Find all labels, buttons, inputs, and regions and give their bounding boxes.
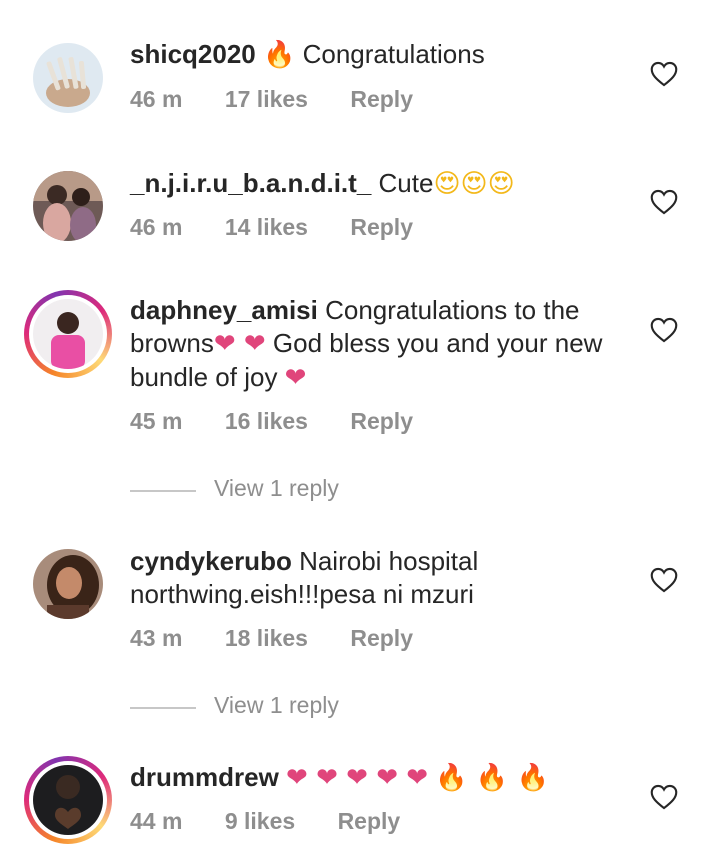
heart-outline-icon[interactable]	[650, 61, 678, 87]
fire-emoji: 🔥 🔥 🔥	[435, 763, 549, 793]
heart-outline-icon[interactable]	[650, 317, 678, 343]
comment-time: 46 m	[130, 86, 183, 112]
comment-time: 43 m	[130, 625, 183, 651]
avatar-image	[33, 765, 103, 835]
comment-text: _n.j.i.r.u_b.a.n.d.i.t_ Cute😍😍😍	[130, 167, 610, 201]
comment-text: shicq2020 🔥 Congratulations	[130, 38, 610, 72]
reply-button[interactable]: Reply	[350, 408, 413, 435]
comment-meta: 46 m 17 likes Reply	[130, 86, 413, 113]
reply-button[interactable]: Reply	[350, 214, 413, 241]
comment-item: drummdrew ❤ ❤ ❤ ❤ ❤ 🔥 🔥 🔥 44 m 9 likes R…	[0, 750, 720, 857]
comment-meta: 43 m 18 likes Reply	[130, 625, 413, 652]
comment-likes[interactable]: 17 likes	[225, 86, 308, 113]
reply-button[interactable]: Reply	[338, 808, 401, 835]
heart-emoji: ❤	[284, 363, 307, 393]
comment-username[interactable]: shicq2020	[130, 39, 256, 69]
heart-outline-icon[interactable]	[650, 567, 678, 593]
comment-likes[interactable]: 9 likes	[225, 808, 295, 835]
reply-button[interactable]: Reply	[350, 86, 413, 113]
comment-likes[interactable]: 14 likes	[225, 214, 308, 241]
avatar-image	[33, 549, 103, 619]
comment-meta: 46 m 14 likes Reply	[130, 214, 413, 241]
comment-meta: 45 m 16 likes Reply	[130, 408, 413, 435]
comment-item: cyndykerubo Nairobi hospital northwing.e…	[0, 540, 720, 730]
comment-item: daphney_amisi Congratulations to the bro…	[0, 280, 720, 520]
avatar	[33, 765, 103, 835]
comment-username[interactable]: cyndykerubo	[130, 546, 292, 576]
heart-eyes-emoji: 😍😍😍	[433, 169, 515, 199]
comment-time: 46 m	[130, 214, 183, 240]
comment-body: Cute	[378, 168, 434, 198]
comment-text: drummdrew ❤ ❤ ❤ ❤ ❤ 🔥 🔥 🔥	[130, 761, 610, 795]
comment-username[interactable]: drummdrew	[130, 762, 279, 792]
heart-outline-icon[interactable]	[650, 189, 678, 215]
view-replies-label: View 1 reply	[214, 475, 339, 501]
avatar	[33, 299, 103, 369]
comment-time: 44 m	[130, 808, 183, 834]
heart-emoji: ❤ ❤ ❤ ❤ ❤	[286, 763, 429, 793]
avatar[interactable]	[33, 171, 103, 241]
heart-emoji: ❤ ❤	[213, 329, 266, 359]
reply-button[interactable]: Reply	[350, 625, 413, 652]
view-replies-line	[130, 490, 196, 492]
fire-emoji: 🔥	[262, 40, 296, 70]
heart-outline-icon[interactable]	[650, 784, 678, 810]
comment-item: _n.j.i.r.u_b.a.n.d.i.t_ Cute😍😍😍 46 m 14 …	[0, 140, 720, 270]
comment-likes[interactable]: 18 likes	[225, 625, 308, 652]
comment-username[interactable]: _n.j.i.r.u_b.a.n.d.i.t_	[130, 168, 371, 198]
comment-likes[interactable]: 16 likes	[225, 408, 308, 435]
avatar-image	[33, 43, 103, 113]
view-replies-line	[130, 707, 196, 709]
view-replies-label: View 1 reply	[214, 692, 339, 718]
comment-text: cyndykerubo Nairobi hospital northwing.e…	[130, 545, 610, 611]
comment-item: shicq2020 🔥 Congratulations 46 m 17 like…	[0, 0, 720, 140]
comment-body: Congratulations	[302, 39, 485, 69]
avatar[interactable]	[33, 549, 103, 619]
comment-username[interactable]: daphney_amisi	[130, 295, 318, 325]
comment-text: daphney_amisi Congratulations to the bro…	[130, 294, 610, 395]
avatar-image	[33, 171, 103, 241]
avatar[interactable]	[33, 43, 103, 113]
comment-time: 45 m	[130, 408, 183, 434]
avatar-story-ring[interactable]	[24, 290, 112, 378]
avatar-story-ring[interactable]	[24, 756, 112, 844]
comment-meta: 44 m 9 likes Reply	[130, 808, 400, 835]
avatar-image	[33, 299, 103, 369]
